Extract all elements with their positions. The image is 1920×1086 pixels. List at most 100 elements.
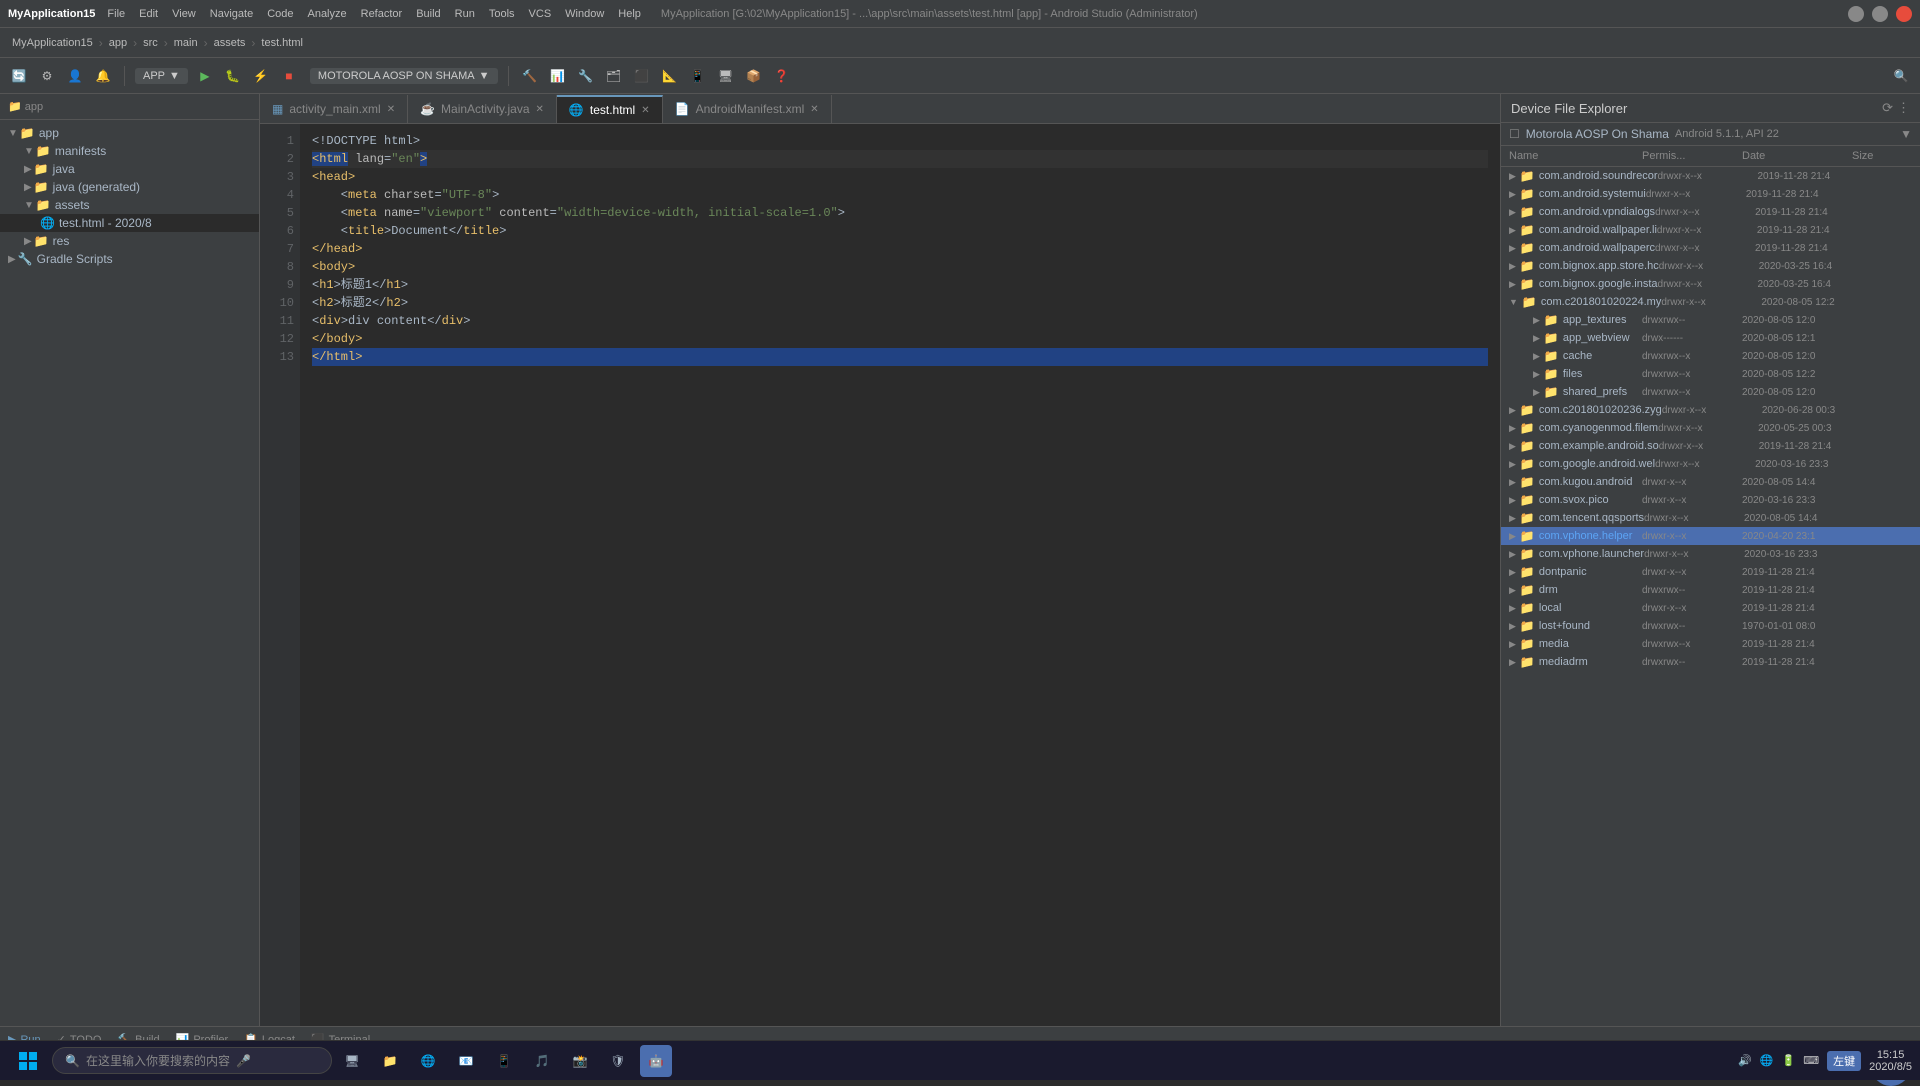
menu-edit[interactable]: Edit xyxy=(139,8,158,20)
file-row-c201801020224[interactable]: ▼📁com.c201801020224.my drwxr-x--x 2020-0… xyxy=(1501,293,1920,311)
file-row-vpndialogs[interactable]: ▶📁com.android.vpndialogs drwxr-x--x 2019… xyxy=(1501,203,1920,221)
file-row-soundrecorder[interactable]: ▶📁com.android.soundrecor drwxr-x--x 2019… xyxy=(1501,167,1920,185)
taskbar-icon-6[interactable]: 📸 xyxy=(564,1045,596,1077)
menu-tools[interactable]: Tools xyxy=(489,8,515,20)
toolbar-settings[interactable]: ⚙ xyxy=(36,65,58,87)
menu-analyze[interactable]: Analyze xyxy=(307,8,346,20)
file-row-app-webview[interactable]: ▶📁app_webview drwx------ 2020-08-05 12:1 xyxy=(1501,329,1920,347)
close-tab-androidmanifest[interactable]: ✕ xyxy=(810,104,818,115)
clock[interactable]: 15:15 2020/8/5 xyxy=(1869,1049,1912,1073)
toolbar-notification[interactable]: 🔔 xyxy=(92,65,114,87)
code-editor[interactable]: 1 2 3 4 5 6 7 8 9 10 11 12 13 <!DOCTYPE … xyxy=(260,124,1500,1026)
menu-help[interactable]: Help xyxy=(618,8,641,20)
breadcrumb-src[interactable]: src xyxy=(139,35,162,51)
toolbar-device-mgr[interactable]: 📱 xyxy=(687,65,709,87)
tray-icon-3[interactable]: 🔋 xyxy=(1782,1054,1796,1067)
menu-window[interactable]: Window xyxy=(565,8,604,20)
toolbar-vcs[interactable]: 🗂 xyxy=(603,65,625,87)
breadcrumb-file[interactable]: test.html xyxy=(257,35,307,51)
file-row-wallpaper-li[interactable]: ▶📁com.android.wallpaper.li drwxr-x--x 20… xyxy=(1501,221,1920,239)
tab-androidmanifest[interactable]: 📄 AndroidManifest.xml ✕ xyxy=(663,95,832,123)
taskbar-icon-studio[interactable]: 🤖 xyxy=(640,1045,672,1077)
device-checkbox[interactable]: ☐ xyxy=(1509,127,1520,141)
taskbar-icon-7[interactable]: 🛡 xyxy=(602,1045,634,1077)
toolbar-layout[interactable]: 📐 xyxy=(659,65,681,87)
toolbar-help[interactable]: ❓ xyxy=(771,65,793,87)
file-row-media[interactable]: ▶📁media drwxrwx--x 2019-11-28 21:4 xyxy=(1501,635,1920,653)
breadcrumb-app-module[interactable]: app xyxy=(105,35,131,51)
refresh-icon[interactable]: ⟳ xyxy=(1882,100,1893,116)
more-icon[interactable]: ⋮ xyxy=(1897,100,1910,116)
tab-activity-main[interactable]: ▦ activity_main.xml ✕ xyxy=(260,95,408,123)
menu-run[interactable]: Run xyxy=(455,8,475,20)
taskbar-icon-2[interactable]: 📁 xyxy=(374,1045,406,1077)
taskbar-icon-3[interactable]: 📧 xyxy=(450,1045,482,1077)
tree-item-java-gen[interactable]: ▶ 📁 java (generated) xyxy=(0,178,259,196)
toolbar-search[interactable]: 🔍 xyxy=(1890,65,1912,87)
run-button[interactable]: ▶ xyxy=(194,65,216,87)
code-content[interactable]: <!DOCTYPE html> <html lang="en"> <head> … xyxy=(300,124,1500,1026)
menu-build[interactable]: Build xyxy=(416,8,440,20)
file-row-wallpaperc[interactable]: ▶📁com.android.wallpaperc drwxr-x--x 2019… xyxy=(1501,239,1920,257)
toolbar-analyze[interactable]: 📊 xyxy=(547,65,569,87)
toolbar-build[interactable]: 🔨 xyxy=(519,65,541,87)
tree-item-assets[interactable]: ▼ 📁 assets xyxy=(0,196,259,214)
file-row-local[interactable]: ▶📁local drwxr-x--x 2019-11-28 21:4 xyxy=(1501,599,1920,617)
menu-file[interactable]: File xyxy=(107,8,125,20)
close-tab-testhtml[interactable]: ✕ xyxy=(641,105,649,116)
breadcrumb-assets[interactable]: assets xyxy=(210,35,250,51)
file-row-vphone-helper[interactable]: ▶📁com.vphone.helper drwxr-x--x 2020-04-2… xyxy=(1501,527,1920,545)
tray-icon-2[interactable]: 🌐 xyxy=(1760,1054,1774,1067)
file-row-app-textures[interactable]: ▶📁app_textures drwxrwx-- 2020-08-05 12:0 xyxy=(1501,311,1920,329)
file-row-cache[interactable]: ▶📁cache drwxrwx--x 2020-08-05 12:0 xyxy=(1501,347,1920,365)
tree-item-gradle[interactable]: ▶ 🔧 Gradle Scripts xyxy=(0,250,259,268)
tree-item-testhtml[interactable]: 🌐 test.html - 2020/8 xyxy=(0,214,259,232)
toolbar-refactor[interactable]: 🔧 xyxy=(575,65,597,87)
menu-code[interactable]: Code xyxy=(267,8,293,20)
file-row-google-android[interactable]: ▶📁com.google.android.wel drwxr-x--x 2020… xyxy=(1501,455,1920,473)
tree-item-java[interactable]: ▶ 📁 java xyxy=(0,160,259,178)
file-row-vphone-launcher[interactable]: ▶📁com.vphone.launcher drwxr-x--x 2020-03… xyxy=(1501,545,1920,563)
tab-mainactivity[interactable]: ☕ MainActivity.java ✕ xyxy=(408,95,557,123)
taskbar-icon-1[interactable]: 🖥 xyxy=(336,1045,368,1077)
breadcrumb-app[interactable]: MyApplication15 xyxy=(8,35,97,51)
file-row-example-android[interactable]: ▶📁com.example.android.so drwxr-x--x 2019… xyxy=(1501,437,1920,455)
tree-item-app[interactable]: ▼ 📁 app xyxy=(0,124,259,142)
file-row-kugou[interactable]: ▶📁com.kugou.android drwxr-x--x 2020-08-0… xyxy=(1501,473,1920,491)
close-tab-activity-main[interactable]: ✕ xyxy=(387,104,395,115)
file-row-systemui[interactable]: ▶📁com.android.systemui drwxr-x--x 2019-1… xyxy=(1501,185,1920,203)
debug-button[interactable]: 🐛 xyxy=(222,65,244,87)
device-configuration[interactable]: MOTOROLA AOSP ON SHAMA ▼ xyxy=(310,68,498,84)
menu-vcs[interactable]: VCS xyxy=(529,8,552,20)
toolbar-avd[interactable]: 🖥 xyxy=(715,65,737,87)
file-row-mediadrm[interactable]: ▶📁mediadrm drwxrwx-- 2019-11-28 21:4 xyxy=(1501,653,1920,671)
taskbar-icon-chrome[interactable]: 🌐 xyxy=(412,1045,444,1077)
maximize-button[interactable] xyxy=(1872,6,1888,22)
minimize-button[interactable] xyxy=(1848,6,1864,22)
profile-button[interactable]: ⚡ xyxy=(250,65,272,87)
toolbar-terminal[interactable]: ⬛ xyxy=(631,65,653,87)
tray-icon-4[interactable]: ⌨ xyxy=(1803,1054,1819,1067)
menu-navigate[interactable]: Navigate xyxy=(210,8,253,20)
toolbar-profile[interactable]: 👤 xyxy=(64,65,86,87)
file-row-files[interactable]: ▶📁files drwxrwx--x 2020-08-05 12:2 xyxy=(1501,365,1920,383)
file-row-lost-found[interactable]: ▶📁lost+found drwxrwx-- 1970-01-01 08:0 xyxy=(1501,617,1920,635)
file-row-dontpanic[interactable]: ▶📁dontpanic drwxr-x--x 2019-11-28 21:4 xyxy=(1501,563,1920,581)
toolbar-sdk[interactable]: 📦 xyxy=(743,65,765,87)
stop-button[interactable]: ■ xyxy=(278,65,300,87)
tray-icon-1[interactable]: 🔊 xyxy=(1738,1054,1752,1067)
tab-testhtml[interactable]: 🌐 test.html ✕ xyxy=(557,95,663,123)
file-row-svox-pico[interactable]: ▶📁com.svox.pico drwxr-x--x 2020-03-16 23… xyxy=(1501,491,1920,509)
file-row-tencent-qqsports[interactable]: ▶📁com.tencent.qqsports drwxr-x--x 2020-0… xyxy=(1501,509,1920,527)
file-row-drm[interactable]: ▶📁drm drwxrwx-- 2019-11-28 21:4 xyxy=(1501,581,1920,599)
toolbar-sync[interactable]: 🔄 xyxy=(8,65,30,87)
file-row-bignox-store[interactable]: ▶📁com.bignox.app.store.hc drwxr-x--x 202… xyxy=(1501,257,1920,275)
tree-item-res[interactable]: ▶ 📁 res xyxy=(0,232,259,250)
taskbar-icon-5[interactable]: 🎵 xyxy=(526,1045,558,1077)
lang-button[interactable]: 左键 xyxy=(1827,1051,1861,1071)
tree-item-manifests[interactable]: ▼ 📁 manifests xyxy=(0,142,259,160)
search-box[interactable]: 🔍 在这里输入你要搜索的内容 🎤 xyxy=(52,1047,332,1074)
file-row-c201801020236[interactable]: ▶📁com.c201801020236.zyg drwxr-x--x 2020-… xyxy=(1501,401,1920,419)
file-row-shared-prefs[interactable]: ▶📁shared_prefs drwxrwx--x 2020-08-05 12:… xyxy=(1501,383,1920,401)
file-row-bignox-google[interactable]: ▶📁com.bignox.google.insta drwxr-x--x 202… xyxy=(1501,275,1920,293)
